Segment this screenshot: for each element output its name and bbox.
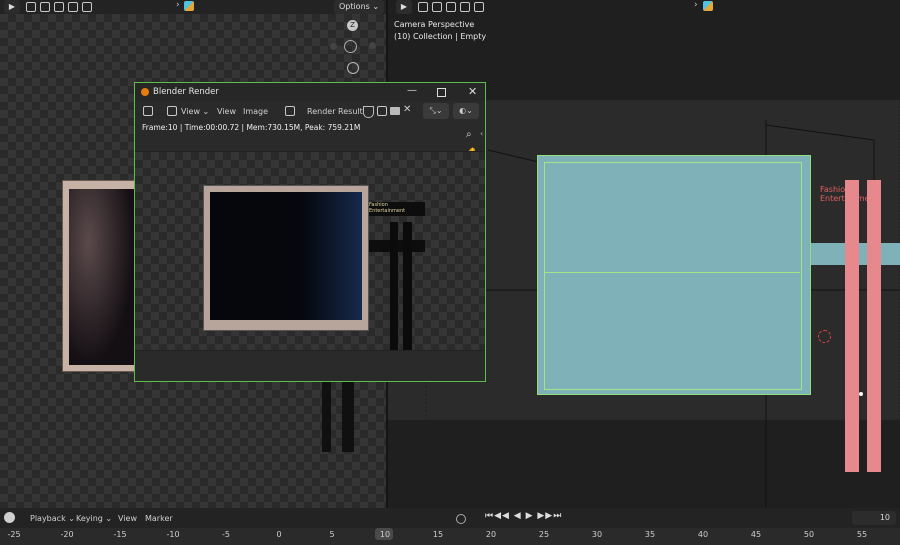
header-arrow-icon[interactable]: › xyxy=(176,0,180,10)
render-result-field[interactable]: Render Result xyxy=(307,107,363,116)
sample-tool-icon[interactable]: ⤡⌄ xyxy=(423,103,449,119)
timeline-tick-label: 35 xyxy=(644,530,656,539)
gizmo-x-pos[interactable] xyxy=(369,42,376,49)
fake-user-shield-icon[interactable] xyxy=(363,106,374,118)
select-subtract-icon[interactable] xyxy=(54,2,64,12)
gizmo-center[interactable] xyxy=(344,40,357,53)
marker-menu[interactable]: Marker xyxy=(145,514,173,523)
select-intersect-icon[interactable] xyxy=(82,2,92,12)
timeline-tick-label: 20 xyxy=(485,530,497,539)
zoom-icon[interactable]: ⌕ xyxy=(466,129,472,140)
render-title-bar[interactable]: Blender Render — ✕ xyxy=(135,83,485,101)
timeline-tick-label: -5 xyxy=(222,530,230,539)
render-window-footer xyxy=(135,351,485,381)
left-pole-2 xyxy=(342,382,354,452)
timeline-tick-label: 50 xyxy=(803,530,815,539)
close-button[interactable]: ✕ xyxy=(468,85,477,98)
rendered-pole-2 xyxy=(403,222,412,350)
options-dropdown[interactable]: Options ⌄ xyxy=(334,0,384,14)
rendered-sign: Fashion Entertainment xyxy=(369,202,425,216)
render-toolbar: View ⌄ View Image Render Result ✕ ⤡⌄ ◐⌄ xyxy=(135,101,485,121)
left-pole-1 xyxy=(322,382,331,452)
gizmo-z-axis[interactable]: Z xyxy=(347,20,358,31)
timeline-tick-label: 55 xyxy=(856,530,868,539)
selected-object-box[interactable] xyxy=(537,155,811,395)
rendered-pole-1 xyxy=(390,222,398,350)
render-stats: Frame:10 | Time:00:00.72 | Mem:730.15M, … xyxy=(142,123,361,132)
gizmo-x-neg[interactable] xyxy=(330,43,337,50)
timeline-editor-icon[interactable] xyxy=(4,512,15,523)
timeline-tick-label: 30 xyxy=(591,530,603,539)
current-frame-field[interactable]: 10 xyxy=(852,511,896,525)
keying-menu[interactable]: Keying ⌄ xyxy=(76,514,112,523)
origin-point-icon xyxy=(818,330,831,343)
left-picture-frame xyxy=(62,180,137,372)
timeline-tick-label: 40 xyxy=(697,530,709,539)
pink-pole-right xyxy=(867,180,881,472)
timeline-tick-label: -10 xyxy=(166,530,180,539)
timeline-tick-label: 10 xyxy=(379,530,391,539)
minimize-button[interactable]: — xyxy=(407,85,417,96)
unlink-x-icon[interactable]: ✕ xyxy=(403,104,411,115)
timeline-tick-label: 0 xyxy=(276,530,282,539)
render-window-title: Blender Render xyxy=(153,87,219,97)
autokey-record-icon[interactable] xyxy=(456,514,466,524)
render-window[interactable]: Blender Render — ✕ View ⌄ View Image Ren… xyxy=(134,82,486,382)
empty-dot xyxy=(859,392,863,396)
view-menu-dropdown[interactable]: View ⌄ xyxy=(181,107,209,116)
open-folder-icon[interactable] xyxy=(390,107,400,115)
rendered-picture-frame xyxy=(203,185,369,331)
view-menu-timeline[interactable]: View xyxy=(118,514,137,523)
duplicate-image-icon[interactable] xyxy=(377,106,387,116)
timeline-ruler[interactable] xyxy=(0,528,900,545)
maximize-button[interactable] xyxy=(437,88,446,97)
cube-icon[interactable] xyxy=(184,1,194,11)
timeline-tick-label: -20 xyxy=(60,530,74,539)
image-menu[interactable]: Image xyxy=(243,107,268,116)
render-image-canvas[interactable]: Fashion Entertainment xyxy=(135,151,485,351)
select-extend-icon[interactable] xyxy=(40,2,50,12)
gizmo-orbit-button[interactable] xyxy=(347,62,359,74)
select-invert-icon[interactable] xyxy=(68,2,78,12)
playback-controls[interactable]: ⏮◀◀ ◀ ▶ ▶▶⏭ xyxy=(485,511,562,521)
image-browse-icon[interactable] xyxy=(285,106,295,116)
image-editor-mode-icon[interactable] xyxy=(167,106,177,116)
timeline-tick-label: -15 xyxy=(113,530,127,539)
select-box-icon[interactable] xyxy=(26,2,36,12)
view-menu[interactable]: View xyxy=(217,107,236,116)
sidebar-toggle-arrow[interactable]: ‹ xyxy=(480,129,483,138)
display-channels-icon[interactable]: ◐⌄ xyxy=(453,103,479,119)
timeline-tick-label: 25 xyxy=(538,530,550,539)
editor-type-icon[interactable] xyxy=(143,106,153,116)
timeline-tick-label: -25 xyxy=(7,530,21,539)
blender-logo-icon xyxy=(141,88,149,96)
timeline-tick-label: 45 xyxy=(750,530,762,539)
pink-pole-left xyxy=(845,180,859,472)
editor-type-button[interactable]: ▶ xyxy=(4,0,20,14)
timeline-tick-label: 15 xyxy=(432,530,444,539)
timeline-tick-label: 5 xyxy=(329,530,335,539)
playback-menu[interactable]: Playback ⌄ xyxy=(30,514,75,523)
